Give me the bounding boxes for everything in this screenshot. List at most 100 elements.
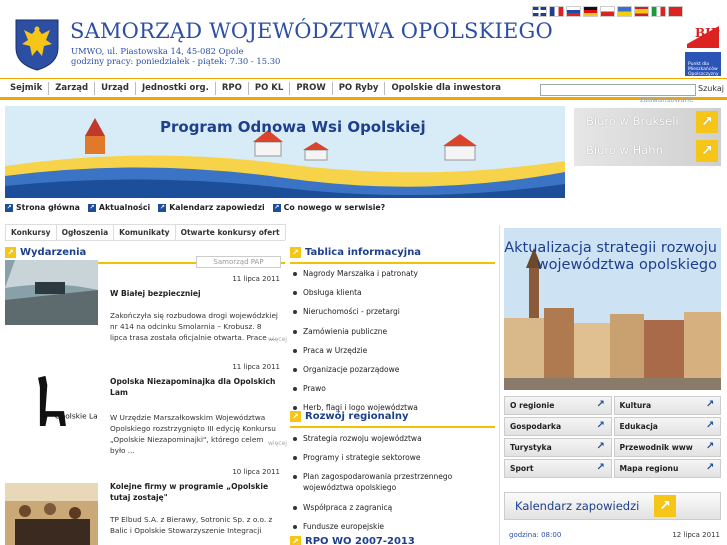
biuro-hahn-button[interactable]: Biuro w Hahn ↗: [574, 137, 721, 166]
region-link[interactable]: O regionie ↗: [504, 396, 612, 415]
region-link-label: Kultura: [619, 401, 652, 410]
quick-link[interactable]: ↗ Kalendarz zapowiedzi: [158, 203, 265, 212]
top-nav-item[interactable]: Sejmik: [4, 82, 50, 95]
top-nav-item[interactable]: PO Ryby: [333, 82, 386, 95]
list-item[interactable]: Programy i strategie sektorowe: [293, 452, 493, 463]
biuro-brukseli-button[interactable]: Biuro w Brukseli ↗: [574, 108, 721, 137]
quick-link-label: Aktualności: [98, 203, 151, 212]
bip-logo-icon[interactable]: BIP: [685, 22, 721, 50]
list-item[interactable]: Strategia rozwoju województwa: [293, 433, 493, 444]
tablica-title: Tablica informacyjna: [305, 247, 422, 258]
source-label[interactable]: Samorząd PAP: [196, 256, 281, 268]
cn-flag-icon[interactable]: [668, 6, 683, 17]
region-link-label: Edukacja: [619, 422, 658, 431]
gb-flag-icon[interactable]: [532, 6, 547, 17]
arrow-icon: ↗: [158, 203, 167, 212]
kalendarz-button[interactable]: Kalendarz zapowiedzi ↗: [504, 492, 721, 520]
tablica-list: Nagrody Marszałka i patronaty Obsługa kli…: [293, 268, 493, 422]
es-flag-icon[interactable]: [634, 6, 649, 17]
region-link[interactable]: Mapa regionu ↗: [613, 459, 721, 478]
list-item[interactable]: Fundusze europejskie: [293, 521, 493, 532]
page: SAMORZĄD WOJEWÓDZTWA OPOLSKIEGO UMWO, ul…: [0, 0, 727, 545]
wydarzenia-heading: ↗ Wydarzenia: [5, 247, 86, 258]
tab-item[interactable]: Konkursy: [5, 224, 57, 240]
news-date: 11 lipca 2011: [232, 275, 280, 283]
arrow-icon: ↗: [696, 140, 718, 162]
tab-item[interactable]: Ogłoszenia: [55, 224, 115, 240]
biuro-hahn-label: Biuro w Hahn: [586, 143, 663, 157]
arrow-icon: ↗: [596, 399, 605, 410]
search-input[interactable]: [540, 84, 696, 96]
top-nav-item[interactable]: Urząd: [95, 82, 136, 95]
quick-links: ↗ Strona główna ↗ Aktualności ↗ Kalendarz zap…: [5, 203, 385, 212]
list-item[interactable]: Plan zagospodarowania przestrzennego woj…: [293, 471, 493, 493]
news-title[interactable]: W Białej bezpieczniej: [110, 288, 280, 299]
news-image-road[interactable]: [5, 260, 98, 325]
region-links-grid: O regionie ↗ Kultura ↗ Gospodarka ↗ Edukacja ↗ T…: [504, 396, 721, 478]
region-link[interactable]: Kultura ↗: [613, 396, 721, 415]
more-link[interactable]: więcej: [268, 440, 287, 447]
top-nav-item[interactable]: PROW: [290, 82, 333, 95]
ua-flag-icon[interactable]: [617, 6, 632, 17]
quick-link[interactable]: ↗ Co nowego w serwisie?: [272, 203, 385, 212]
section-divider: [290, 262, 495, 264]
quick-link[interactable]: ↗ Aktualności: [87, 203, 151, 212]
more-link[interactable]: więcej: [268, 336, 287, 343]
news-title[interactable]: Kolejne firmy w programie „Opolskie tuta…: [110, 481, 280, 503]
cz-flag-icon[interactable]: [600, 6, 615, 17]
region-link-label: O regionie: [510, 401, 555, 410]
tab-item[interactable]: Komunikaty: [113, 224, 176, 240]
list-item[interactable]: Praca w Urzędzie: [293, 345, 493, 356]
region-link-label: Mapa regionu: [619, 464, 679, 473]
hours-text: godziny pracy: poniedziałek - piątek: 7.…: [71, 56, 281, 66]
top-nav-item[interactable]: Opolskie dla inwestora: [385, 82, 507, 95]
region-link-label: Sport: [510, 464, 534, 473]
arrow-icon: ↗: [290, 536, 301, 545]
search-button[interactable]: Szukaj: [698, 84, 724, 93]
top-nav-list: Sejmik Zarząd Urząd Jednostki org. RPO PO KL P…: [4, 82, 507, 95]
quick-link-label: Strona główna: [16, 203, 80, 212]
de-flag-icon[interactable]: [583, 6, 598, 17]
language-flags: [532, 6, 683, 17]
top-nav-item[interactable]: PO KL: [249, 82, 291, 95]
news-image-meeting[interactable]: [5, 483, 98, 545]
arrow-icon: ↗: [290, 247, 301, 258]
advanced-search-link[interactable]: zaawansowane: [640, 96, 693, 104]
news-date: 10 lipca 2011: [232, 468, 280, 476]
arrow-icon: ↗: [596, 462, 605, 473]
region-link-label: Turystyka: [510, 443, 552, 452]
top-nav-item[interactable]: Zarząd: [49, 82, 96, 95]
eu-punkt-logo[interactable]: Punkt dla Mieszkańców Opolszczyzny: [685, 52, 721, 77]
header-address-block: UMWO, ul. Piastowska 14, 45-082 Opole go…: [71, 46, 280, 66]
arrow-icon: ↗: [696, 111, 718, 133]
arrow-icon: ↗: [290, 411, 301, 422]
news-image-lamy-logo[interactable]: Opolskie Lamy: [5, 374, 98, 439]
list-item[interactable]: Nieruchomości - przetargi: [293, 306, 493, 317]
region-link[interactable]: Przewodnik www ↗: [613, 438, 721, 457]
opolskie-crest-icon[interactable]: [12, 18, 62, 72]
aktualizacja-title: Aktualizacja strategii rozwoju województ…: [504, 240, 717, 273]
tab-item[interactable]: Otwarte konkursy ofert: [174, 224, 286, 240]
top-nav-item[interactable]: Jednostki org.: [136, 82, 216, 95]
list-item[interactable]: Zamówienia publiczne: [293, 326, 493, 337]
list-item[interactable]: Obsługa klienta: [293, 287, 493, 298]
rpo-title: RPO WO 2007-2013: [305, 536, 415, 545]
top-nav-item[interactable]: RPO: [216, 82, 249, 95]
site-title[interactable]: SAMORZĄD WOJEWÓDZTWA OPOLSKIEGO: [70, 19, 553, 43]
region-link[interactable]: Gospodarka ↗: [504, 417, 612, 436]
news-title[interactable]: Opolska Niezapominajka dla Opolskich Lam: [110, 376, 280, 398]
ru-flag-icon[interactable]: [566, 6, 581, 17]
list-item[interactable]: Nagrody Marszałka i patronaty: [293, 268, 493, 279]
rozwoj-list: Strategia rozwoju województwa Programy i …: [293, 433, 493, 540]
quick-link[interactable]: ↗ Strona główna: [5, 203, 80, 212]
biuro-brukseli-label: Biuro w Brukseli: [586, 114, 679, 128]
list-item[interactable]: Organizacje pozarządowe: [293, 364, 493, 375]
list-item[interactable]: Współpraca z zagranicą: [293, 502, 493, 513]
fr-flag-icon[interactable]: [549, 6, 564, 17]
region-link[interactable]: Turystyka ↗: [504, 438, 612, 457]
it-flag-icon[interactable]: [651, 6, 666, 17]
arrow-icon: ↗: [596, 441, 605, 452]
region-link[interactable]: Sport ↗: [504, 459, 612, 478]
region-link[interactable]: Edukacja ↗: [613, 417, 721, 436]
list-item[interactable]: Prawo: [293, 383, 493, 394]
